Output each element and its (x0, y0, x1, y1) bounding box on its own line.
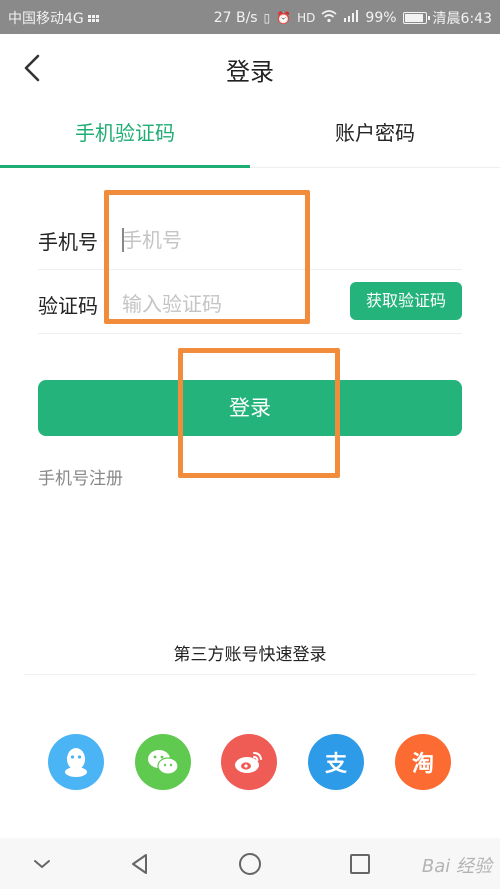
taobao-icon[interactable]: 淘 (395, 734, 451, 790)
title-bar: 登录 (0, 34, 500, 100)
battery-percent: 99% (365, 10, 397, 26)
hd-icon: HD (297, 11, 316, 25)
signal-icon (343, 10, 359, 26)
battery-icon (402, 12, 430, 24)
nav-home-button[interactable] (236, 850, 264, 878)
get-code-button[interactable]: 获取验证码 (350, 282, 462, 320)
register-link[interactable]: 手机号注册 (38, 464, 123, 489)
wechat-icon[interactable] (135, 734, 191, 790)
status-right: 27 B/s ▯ ⏰ HD 99% 清晨6:43 (214, 8, 492, 28)
tab-account-password[interactable]: 账户密码 (250, 100, 500, 168)
vibrate-icon: ▯ (263, 11, 271, 25)
active-tab-indicator (0, 165, 250, 168)
chevron-down-icon (34, 860, 50, 868)
alipay-icon[interactable]: 支 (308, 734, 364, 790)
clock: 清晨6:43 (432, 11, 492, 27)
divider (24, 674, 476, 675)
login-tabs: 手机验证码 账户密码 (0, 100, 500, 168)
grid-icon (87, 14, 99, 22)
network-speed: 27 B/s (213, 10, 258, 26)
wifi-icon (321, 9, 337, 27)
status-bar: 中国移动4G 27 B/s ▯ ⏰ HD 99% 清晨6:43 (0, 0, 500, 34)
third-party-title: 第三方账号快速登录 (173, 645, 327, 665)
phone-label: 手机号 (38, 230, 98, 254)
page-title: 登录 (226, 58, 274, 86)
weibo-icon[interactable] (221, 734, 277, 790)
nav-back-button[interactable] (126, 850, 154, 878)
watermark: Bai 经验 (421, 856, 492, 877)
hide-nav-button[interactable] (28, 850, 56, 878)
qq-icon[interactable] (48, 734, 104, 790)
carrier-text: 中国移动4G (8, 11, 84, 27)
third-party-icons: 支 淘 (0, 734, 500, 792)
annotation-box-login (178, 348, 340, 478)
status-left: 中国移动4G (8, 8, 99, 28)
square-recent-icon (350, 854, 370, 874)
circle-home-icon (239, 853, 261, 875)
nav-recent-button[interactable] (346, 850, 374, 878)
triangle-back-icon (132, 854, 147, 874)
alarm-icon: ⏰ (276, 11, 292, 25)
tab-sms-code[interactable]: 手机验证码 (0, 100, 250, 168)
battery-fill (404, 14, 424, 22)
code-label: 验证码 (38, 294, 98, 318)
annotation-box-inputs (104, 190, 310, 324)
